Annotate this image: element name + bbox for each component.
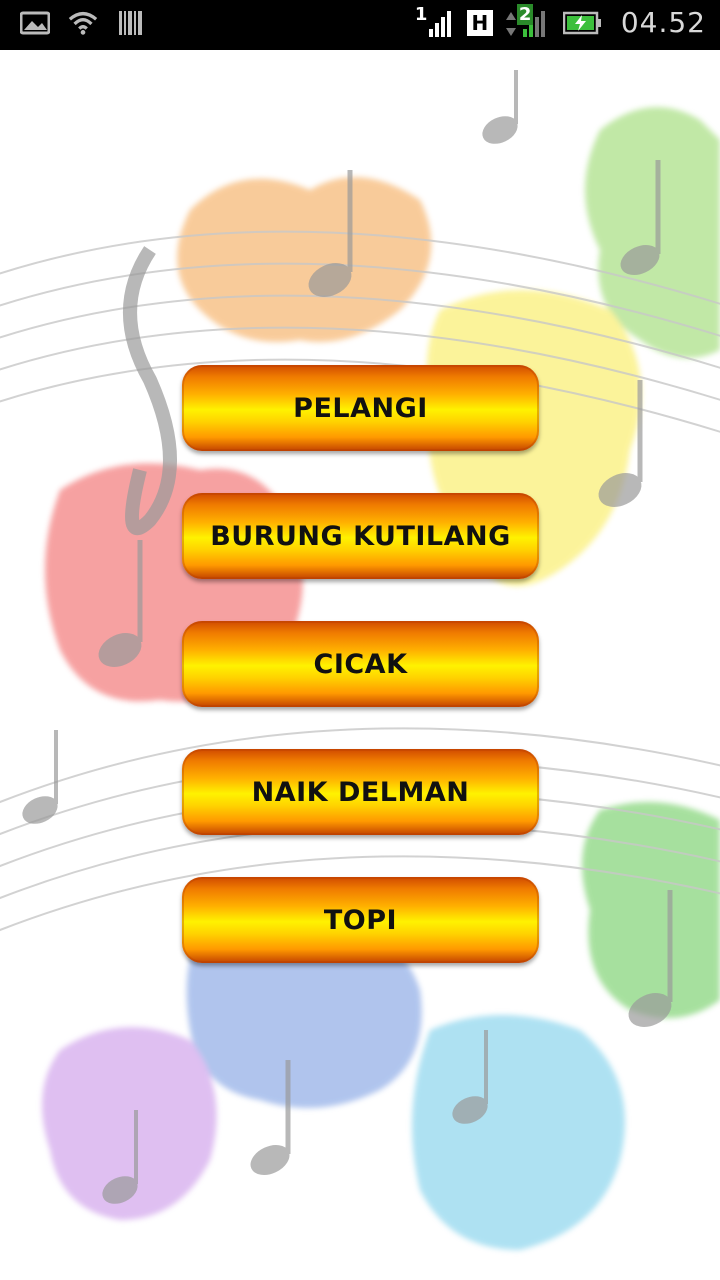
signal-icon: 2 xyxy=(505,3,551,38)
signal-icon: 1 xyxy=(415,4,455,38)
sim2-label: 2 xyxy=(516,3,534,25)
image-icon xyxy=(20,8,50,38)
song-button-cicak[interactable]: CICAK xyxy=(182,621,539,707)
clock: 04.52 xyxy=(620,6,706,39)
song-button-naik-delman[interactable]: NAIK DELMAN xyxy=(182,749,539,835)
song-button-pelangi[interactable]: PELANGI xyxy=(182,365,539,451)
status-bar: 1 H 2 04.52 xyxy=(0,0,720,50)
network-type-badge: H xyxy=(466,9,493,36)
sim1-label: 1 xyxy=(414,3,428,25)
wifi-icon xyxy=(68,8,98,38)
barcode-icon xyxy=(116,8,146,38)
battery-charging-icon xyxy=(562,8,603,38)
song-button-burung-kutilang[interactable]: BURUNG KUTILANG xyxy=(182,493,539,579)
song-button-topi[interactable]: TOPI xyxy=(182,877,539,963)
